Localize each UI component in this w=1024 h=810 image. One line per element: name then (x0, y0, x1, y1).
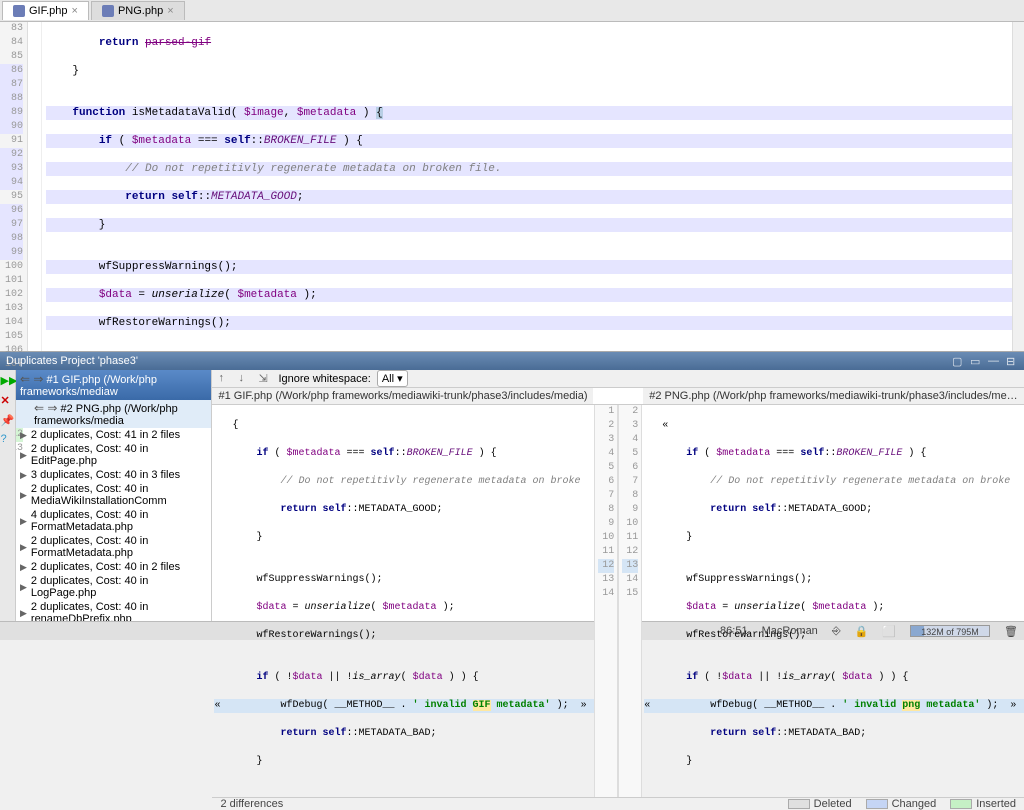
diff-code[interactable]: { if ( $metadata === self::BROKEN_FILE )… (212, 405, 1024, 797)
editor-marker-bar[interactable] (1012, 22, 1024, 351)
duplicates-list[interactable]: ⇐ ⇒ #1 GIF.php (/Work/php frameworks/med… (16, 370, 212, 621)
php-file-icon (102, 5, 114, 17)
cursor-position: 86:51 (720, 625, 748, 637)
duplicates-panel-header: Duplicates Project 'phase3' ▢ ▭ — ⊟ (0, 352, 1024, 370)
diff-right-header: #2 PNG.php (/Work/php frameworks/mediawi… (643, 388, 1024, 404)
highlight-icon[interactable]: ⬜ (882, 625, 896, 638)
list-item[interactable]: ▶2 duplicates, Cost: 40 in FormatMetadat… (16, 534, 211, 560)
php-file-icon (13, 5, 25, 17)
ignore-ws-select[interactable]: All ▾ (377, 370, 408, 387)
code-editor[interactable]: 8384858687888990919293949596979899100101… (0, 22, 1024, 352)
list-item[interactable]: ▶4 duplicates, Cost: 40 in FormatMetadat… (16, 508, 211, 534)
diff-left-gutter: 1234567891011121314 (594, 405, 618, 797)
code-area[interactable]: return parsed-gif } function isMetadataV… (42, 22, 1012, 351)
trash-icon[interactable]: 🗑 (1004, 625, 1018, 638)
editor-tabs: GIF.php × PNG.php × (0, 0, 1024, 22)
prev-diff-icon[interactable]: ↑ (218, 372, 232, 386)
list-item[interactable]: ▶3 duplicates, Cost: 40 in 3 files (16, 468, 211, 482)
window-icon[interactable]: ▢ (952, 355, 964, 367)
rerun-icon[interactable]: ▶▶ (0, 374, 14, 388)
ignore-ws-label: Ignore whitespace: (278, 373, 370, 385)
pin-icon[interactable]: 📌 (0, 414, 14, 428)
readonly-icon[interactable]: 🔒 (855, 625, 869, 638)
list-item[interactable]: ▶2 duplicates, Cost: 41 in 2 files (16, 428, 211, 442)
duplicate-selected[interactable]: ⇐ ⇒ #1 GIF.php (/Work/php frameworks/med… (16, 370, 211, 400)
close-icon[interactable]: ✕ (0, 394, 14, 408)
diff-toolbar: ↑ ↓ ⇲ Ignore whitespace: All ▾ (212, 370, 1024, 388)
panel-title: Duplicates Project 'phase3' (6, 355, 952, 367)
close-icon[interactable]: × (72, 5, 78, 17)
diff-viewer: ↑ ↓ ⇲ Ignore whitespace: All ▾ #1 GIF.ph… (212, 370, 1024, 621)
hide-icon[interactable]: ⊟ (1006, 355, 1018, 367)
list-item[interactable]: ▶2 duplicates, Cost: 40 in renameDbPrefi… (16, 600, 211, 621)
panel-sidebar: ▶▶ ✕ 📌 ? (0, 370, 16, 621)
duplicates-panel: ▶▶ ✕ 📌 ? ⇐ ⇒ #1 GIF.php (/Work/php frame… (0, 370, 1024, 621)
tab-label: GIF.php (29, 5, 68, 17)
tab-gif[interactable]: GIF.php × (2, 1, 89, 20)
list-item[interactable]: ▶2 duplicates, Cost: 40 in MediaWikiInst… (16, 482, 211, 508)
minimize-icon[interactable]: — (988, 355, 1000, 367)
tab-icon[interactable]: ▭ (970, 355, 982, 367)
list-item[interactable]: ▶2 duplicates, Cost: 40 in 2 files (16, 560, 211, 574)
help-icon[interactable]: ? (0, 434, 14, 448)
diff-left-header: #1 GIF.php (/Work/php frameworks/mediawi… (212, 388, 593, 404)
diff-right[interactable]: 23456789101112131415 « if ( $metadata ==… (618, 405, 1024, 797)
memory-indicator[interactable]: 132M of 795M (910, 625, 990, 637)
line-gutter: 8384858687888990919293949596979899100101… (0, 22, 28, 351)
tab-png[interactable]: PNG.php × (91, 1, 185, 20)
export-icon[interactable]: ⇲ (258, 372, 272, 386)
diff-legend: 2 differences Deleted Changed Inserted (212, 797, 1024, 810)
insert-mode-icon[interactable]: ⎆ (832, 625, 841, 638)
fold-gutter[interactable] (28, 22, 42, 351)
tab-label: PNG.php (118, 5, 163, 17)
next-diff-icon[interactable]: ↓ (238, 372, 252, 386)
encoding[interactable]: MacRoman (762, 625, 818, 637)
duplicate-sub[interactable]: ⇐ ⇒ #2 PNG.php (/Work/php frameworks/med… (16, 400, 211, 428)
diff-count: 2 differences (220, 798, 283, 810)
diff-headers: #1 GIF.php (/Work/php frameworks/mediawi… (212, 388, 1024, 405)
list-item[interactable]: ▶2 duplicates, Cost: 40 in EditPage.php (16, 442, 211, 468)
list-item[interactable]: ▶2 duplicates, Cost: 40 in LogPage.php (16, 574, 211, 600)
close-icon[interactable]: × (167, 5, 173, 17)
diff-right-gutter: 23456789101112131415 (618, 405, 642, 797)
diff-left[interactable]: { if ( $metadata === self::BROKEN_FILE )… (212, 405, 618, 797)
